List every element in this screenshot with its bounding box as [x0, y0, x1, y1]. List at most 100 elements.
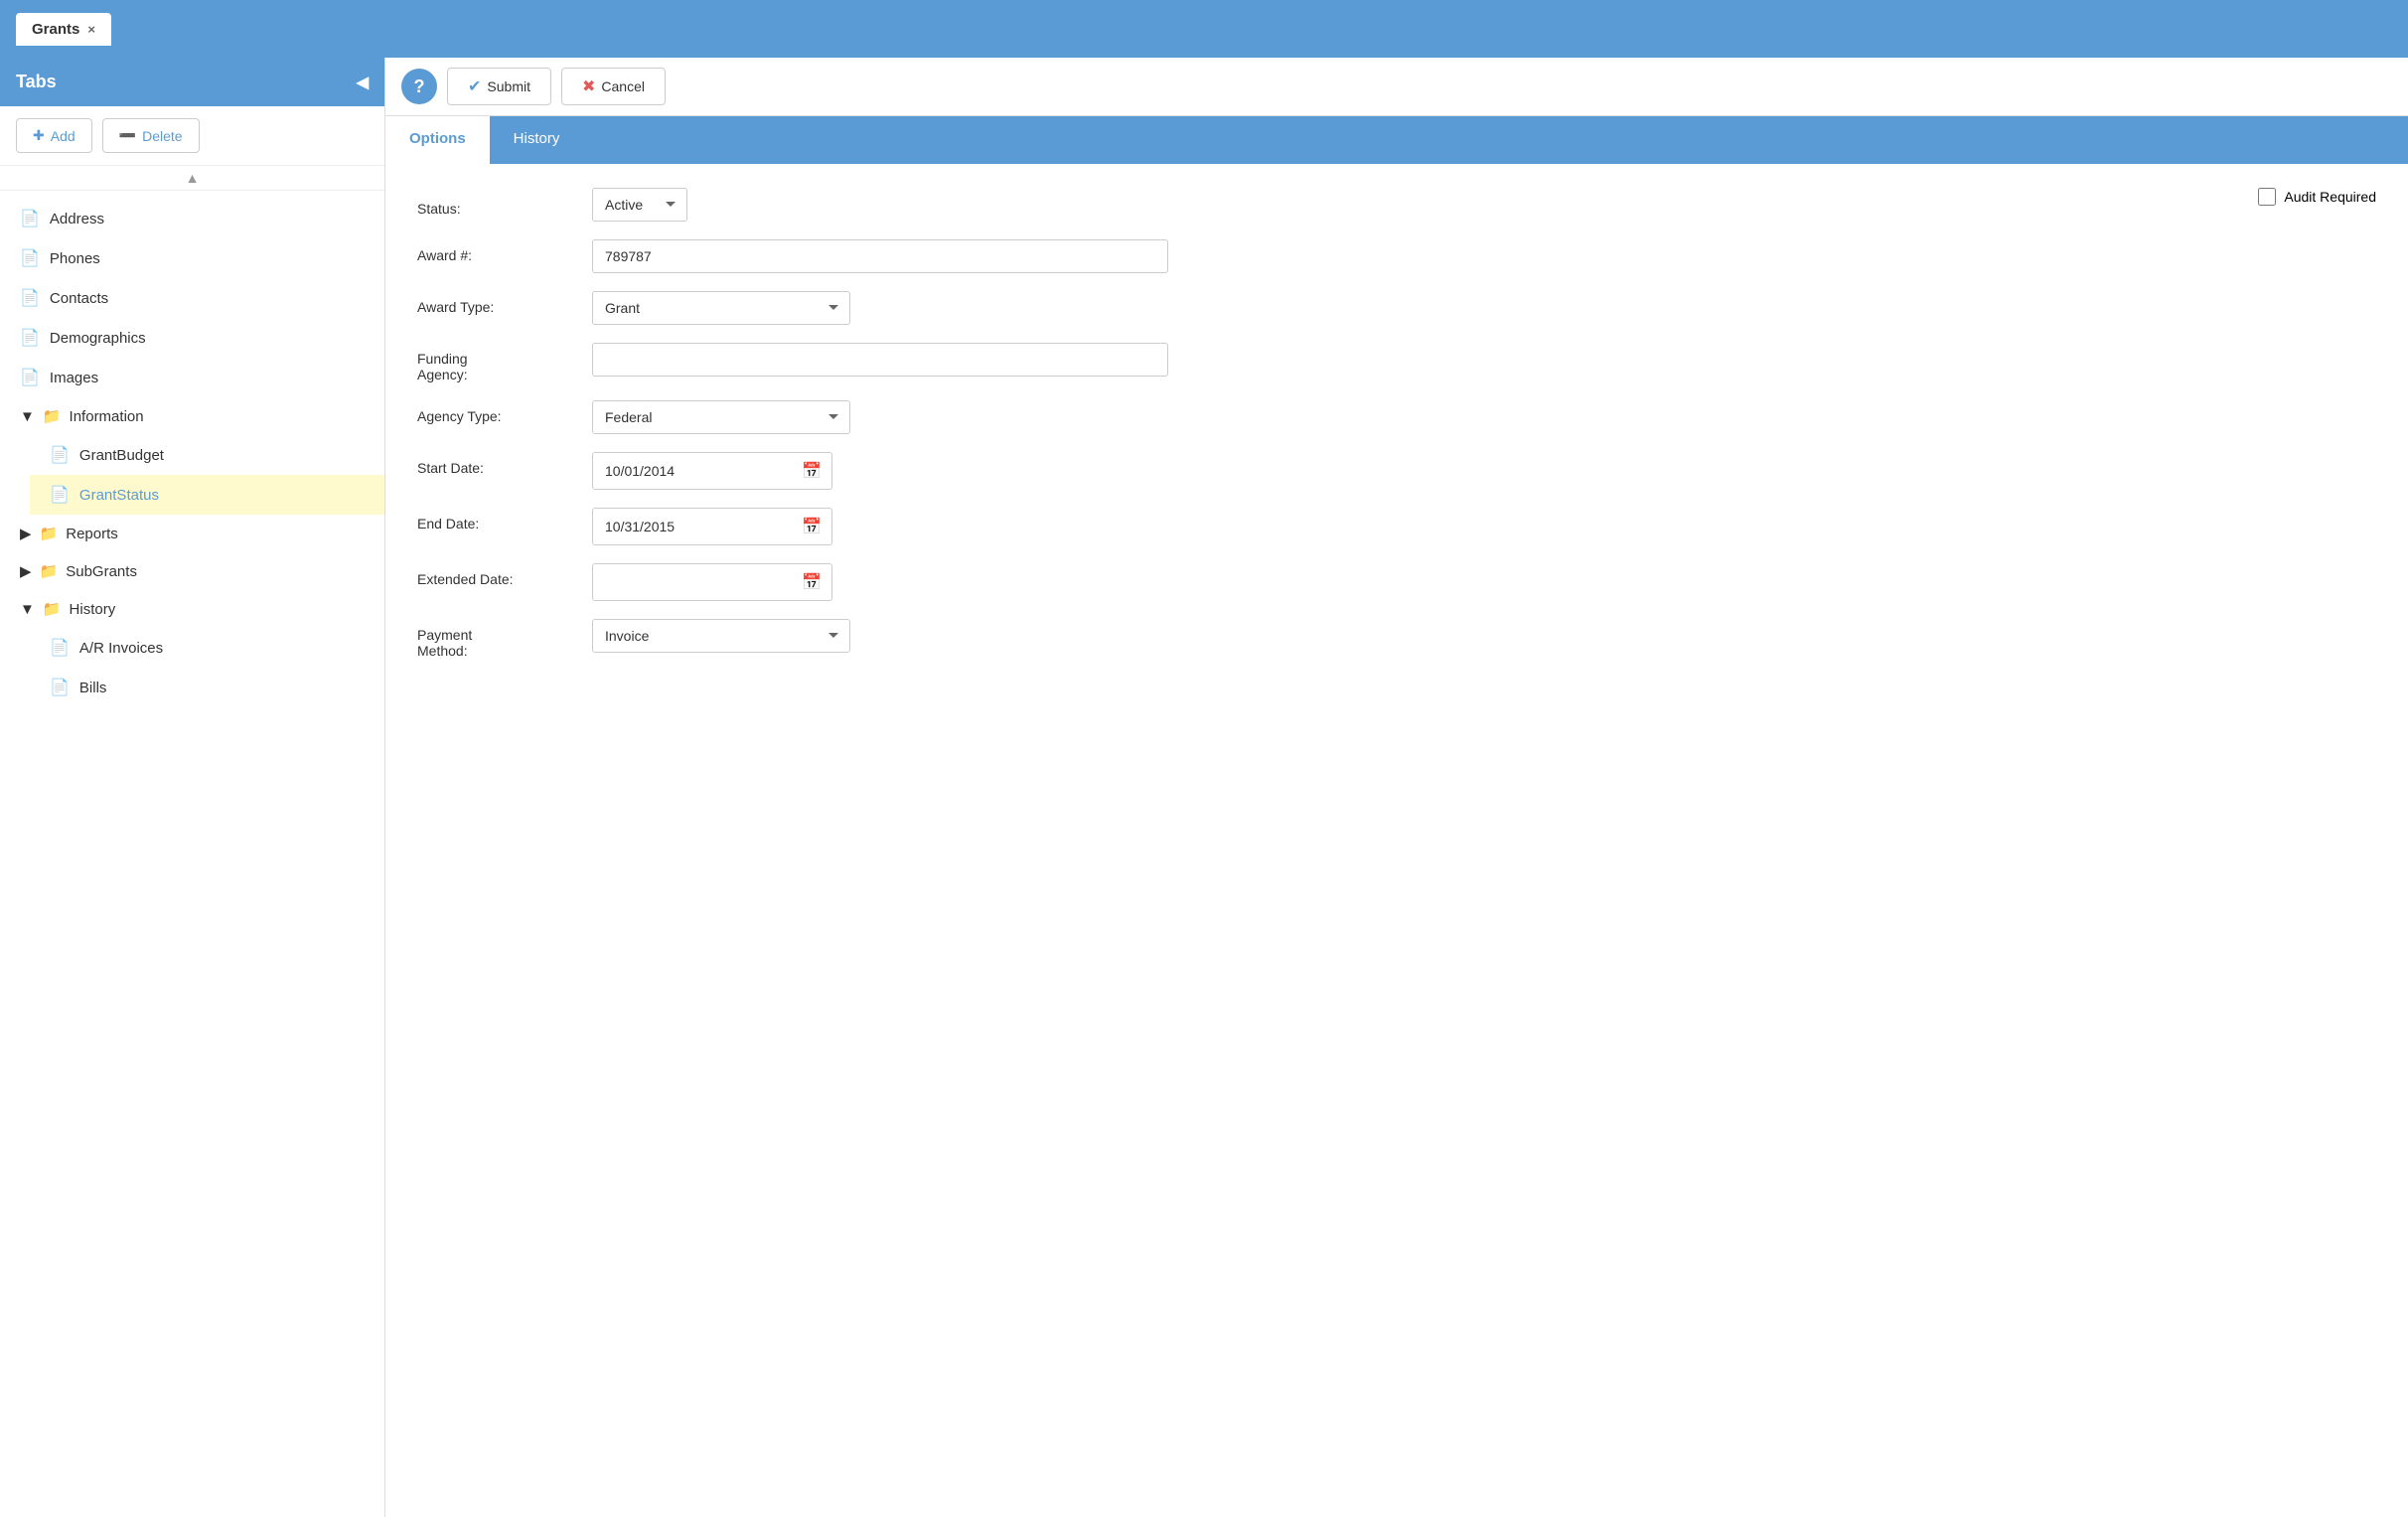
- form-row-award: Award #:: [417, 239, 2376, 273]
- nav-group-history-label: History: [70, 601, 116, 618]
- agency-type-select[interactable]: Federal State Local Private: [592, 400, 850, 434]
- x-icon: ✖: [582, 76, 595, 96]
- sidebar-item-bills-label: Bills: [79, 680, 107, 696]
- form-row-payment-method: PaymentMethod: Invoice Check Wire Transf…: [417, 619, 2376, 659]
- right-panel: ? ✔ Submit ✖ Cancel Options History: [385, 58, 2408, 1517]
- agency-type-select-wrapper: Federal State Local Private: [592, 400, 989, 434]
- sidebar-item-address[interactable]: 📄 Address: [0, 199, 384, 238]
- sidebar-item-demographics[interactable]: 📄 Demographics: [0, 318, 384, 358]
- calendar-icon[interactable]: 📅: [792, 564, 831, 600]
- delete-button[interactable]: ➖ Delete: [102, 118, 200, 153]
- calendar-icon[interactable]: 📅: [792, 509, 831, 544]
- sidebar-item-grantbudget[interactable]: 📄 GrantBudget: [30, 435, 384, 475]
- extended-date-wrapper: 📅: [592, 563, 832, 601]
- doc-icon: 📄: [20, 209, 40, 228]
- sidebar-item-grantbudget-label: GrantBudget: [79, 447, 164, 464]
- top-bar: Grants ×: [0, 0, 2408, 58]
- sidebar-title: Tabs: [16, 72, 57, 92]
- nav-group-history-header[interactable]: ▼ 📁 History: [0, 590, 384, 628]
- payment-method-select[interactable]: Invoice Check Wire Transfer ACH: [592, 619, 850, 653]
- agency-type-label: Agency Type:: [417, 400, 576, 424]
- nav-group-subgrants-label: SubGrants: [66, 563, 137, 580]
- form-row-agency-type: Agency Type: Federal State Local Private: [417, 400, 2376, 434]
- folder-icon: 📁: [43, 407, 62, 425]
- help-button[interactable]: ?: [401, 69, 437, 104]
- tab-bar: Options History: [385, 116, 2408, 164]
- sidebar-collapse-button[interactable]: ◀: [357, 73, 369, 92]
- sidebar-item-arinvoices[interactable]: 📄 A/R Invoices: [30, 628, 384, 668]
- right-toolbar: ? ✔ Submit ✖ Cancel: [385, 58, 2408, 116]
- award-input[interactable]: [592, 239, 1168, 273]
- award-input-wrapper: [592, 239, 989, 273]
- nav-group-history-children: 📄 A/R Invoices 📄 Bills: [0, 628, 384, 707]
- main-container: Tabs ◀ ✚ Add ➖ Delete ▲ 📄 Address 📄 Phon…: [0, 58, 2408, 1517]
- form-row-extended-date: Extended Date: 📅: [417, 563, 2376, 601]
- start-date-wrapper: 📅: [592, 452, 832, 490]
- sidebar-item-phones[interactable]: 📄 Phones: [0, 238, 384, 278]
- funding-agency-input-wrapper: [592, 343, 989, 377]
- payment-method-label: PaymentMethod:: [417, 619, 576, 659]
- sidebar-nav: 📄 Address 📄 Phones 📄 Contacts 📄 Demograp…: [0, 191, 384, 1517]
- award-label: Award #:: [417, 239, 576, 263]
- status-label: Status:: [417, 193, 576, 217]
- doc-icon: 📄: [50, 638, 70, 658]
- submit-button[interactable]: ✔ Submit: [447, 68, 551, 105]
- award-type-select[interactable]: Grant Contract Cooperative Agreement: [592, 291, 850, 325]
- sidebar: Tabs ◀ ✚ Add ➖ Delete ▲ 📄 Address 📄 Phon…: [0, 58, 385, 1517]
- sidebar-header: Tabs ◀: [0, 58, 384, 106]
- end-date-wrapper: 📅: [592, 508, 832, 545]
- sidebar-item-demographics-label: Demographics: [50, 330, 146, 347]
- award-type-label: Award Type:: [417, 291, 576, 315]
- checkmark-icon: ✔: [468, 76, 481, 96]
- sidebar-item-bills[interactable]: 📄 Bills: [30, 668, 384, 707]
- tab-options-label: Options: [409, 130, 466, 147]
- doc-icon: 📄: [50, 485, 70, 505]
- doc-icon: 📄: [20, 248, 40, 268]
- add-button[interactable]: ✚ Add: [16, 118, 92, 153]
- form-row-award-type: Award Type: Grant Contract Cooperative A…: [417, 291, 2376, 325]
- extended-date-label: Extended Date:: [417, 563, 576, 587]
- sidebar-item-address-label: Address: [50, 211, 104, 228]
- cancel-button[interactable]: ✖ Cancel: [561, 68, 666, 105]
- scroll-up-indicator: ▲: [0, 166, 384, 191]
- extended-date-input[interactable]: [593, 566, 792, 598]
- nav-group-information-header[interactable]: ▼ 📁 Information: [0, 397, 384, 435]
- grants-tab[interactable]: Grants ×: [16, 13, 111, 46]
- form-row-start-date: Start Date: 📅: [417, 452, 2376, 490]
- nav-group-subgrants: ▶ 📁 SubGrants: [0, 552, 384, 590]
- nav-group-reports-header[interactable]: ▶ 📁 Reports: [0, 515, 384, 552]
- doc-icon: 📄: [20, 288, 40, 308]
- expand-icon: ▼: [20, 601, 35, 618]
- audit-required-checkbox[interactable]: [2258, 188, 2276, 206]
- start-date-input[interactable]: [593, 455, 792, 487]
- doc-icon: 📄: [50, 678, 70, 697]
- cancel-label: Cancel: [601, 78, 645, 94]
- nav-group-information-label: Information: [70, 408, 144, 425]
- close-icon[interactable]: ×: [87, 22, 95, 37]
- delete-label: Delete: [142, 128, 182, 144]
- sidebar-toolbar: ✚ Add ➖ Delete: [0, 106, 384, 166]
- tab-options[interactable]: Options: [385, 116, 490, 164]
- form-area: Status: Active Inactive Pending Closed A…: [385, 164, 2408, 1517]
- sidebar-item-grantstatus[interactable]: 📄 GrantStatus: [30, 475, 384, 515]
- sidebar-item-images[interactable]: 📄 Images: [0, 358, 384, 397]
- add-label: Add: [51, 128, 75, 144]
- form-row-status: Status: Active Inactive Pending Closed A…: [417, 188, 2376, 222]
- calendar-icon[interactable]: 📅: [792, 453, 831, 489]
- folder-icon: 📁: [40, 525, 59, 542]
- nav-group-subgrants-header[interactable]: ▶ 📁 SubGrants: [0, 552, 384, 590]
- nav-group-history: ▼ 📁 History 📄 A/R Invoices 📄 Bills: [0, 590, 384, 707]
- grants-tab-label: Grants: [32, 21, 79, 38]
- sidebar-item-phones-label: Phones: [50, 250, 100, 267]
- end-date-input[interactable]: [593, 511, 792, 542]
- folder-icon: 📁: [40, 562, 59, 580]
- minus-icon: ➖: [119, 127, 136, 144]
- tab-history[interactable]: History: [490, 116, 584, 164]
- start-date-label: Start Date:: [417, 452, 576, 476]
- funding-agency-input[interactable]: [592, 343, 1168, 377]
- sidebar-item-grantstatus-label: GrantStatus: [79, 487, 159, 504]
- sidebar-item-contacts[interactable]: 📄 Contacts: [0, 278, 384, 318]
- nav-group-reports: ▶ 📁 Reports: [0, 515, 384, 552]
- end-date-label: End Date:: [417, 508, 576, 531]
- status-select[interactable]: Active Inactive Pending Closed: [592, 188, 687, 222]
